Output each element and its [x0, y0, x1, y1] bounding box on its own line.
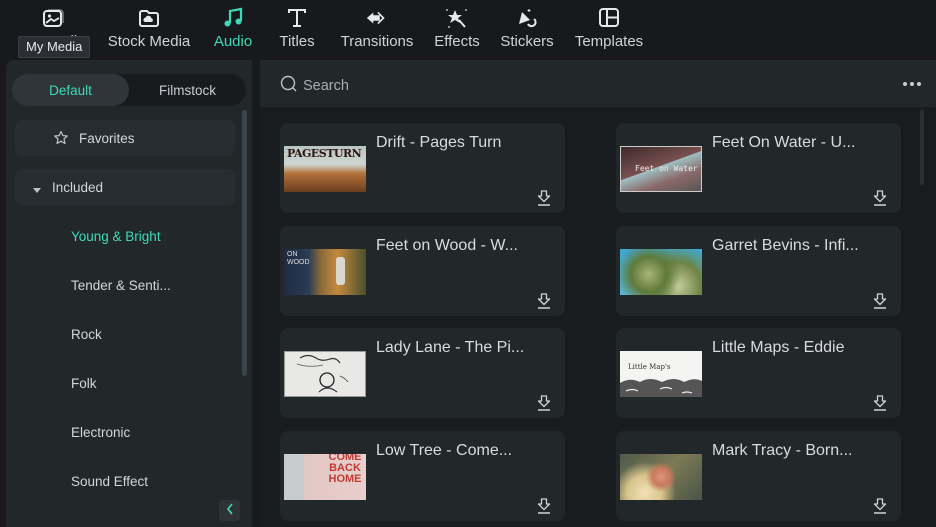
category-folk[interactable]: Folk [71, 376, 97, 391]
download-icon[interactable] [872, 190, 888, 206]
track-thumbnail: Little Map's [620, 351, 702, 397]
track-card[interactable]: Little Map's Little Maps - Eddie [616, 328, 901, 418]
sketch-illustration [296, 354, 349, 393]
track-card[interactable]: Feet on Water Feet On Water - U... [616, 123, 901, 213]
top-nav: My Media My Media Stock Media Audio Titl… [0, 0, 936, 58]
search-placeholder: Search [303, 78, 349, 94]
search-icon [280, 75, 298, 97]
track-thumbnail: Feet on Water [620, 146, 702, 192]
track-card[interactable]: COME BACK HOME Low Tree - Come... [280, 431, 565, 521]
download-icon[interactable] [536, 190, 552, 206]
track-card[interactable]: ON WOOD Feet on Wood - W... [280, 226, 565, 316]
nav-titles[interactable]: Titles [276, 0, 318, 58]
dot [917, 82, 921, 86]
track-card[interactable]: Lady Lane - The Pi... [280, 328, 565, 418]
thumbnail-text: COME BACK HOME [328, 454, 362, 485]
sticker-icon [515, 6, 539, 30]
track-title: Little Maps - Eddie [712, 339, 845, 356]
thumbnail-text: PAGESTURN [287, 147, 362, 160]
category-rock[interactable]: Rock [71, 327, 102, 342]
chevron-left-icon [226, 502, 234, 520]
nav-label: Titles [279, 33, 315, 50]
nav-stock-media[interactable]: Stock Media [105, 0, 193, 58]
thumbnail-figure [336, 257, 345, 285]
included-group[interactable]: Included [15, 169, 235, 205]
tooltip: My Media [18, 36, 91, 58]
category-young-bright[interactable]: Young & Bright [71, 229, 161, 244]
category-sidebar: Default Filmstock Favorites Included You… [6, 60, 252, 527]
thumbnail-text: Feet on Water [635, 164, 698, 173]
more-options-button[interactable] [902, 76, 922, 92]
search-bar: Search [260, 60, 936, 107]
nav-stickers[interactable]: Stickers [497, 0, 557, 58]
dot [910, 82, 914, 86]
track-card[interactable]: PAGESTURN Drift - Pages Turn [280, 123, 565, 213]
nav-effects[interactable]: Effects [430, 0, 484, 58]
category-sound-effect[interactable]: Sound Effect [71, 474, 148, 489]
star-icon [53, 130, 69, 149]
included-label: Included [52, 179, 104, 195]
image-icon [41, 6, 65, 30]
cloud-folder-icon [137, 6, 161, 30]
favorites-label: Favorites [79, 130, 135, 146]
track-card[interactable]: Garret Bevins - Infi... [616, 226, 901, 316]
sidebar-scrollbar[interactable] [242, 110, 247, 376]
nav-label: Audio [213, 33, 253, 50]
nav-label: Stickers [500, 33, 554, 50]
track-title: Feet on Wood - W... [376, 237, 518, 254]
search-input[interactable]: Search [280, 75, 349, 97]
grid-scrollbar[interactable] [920, 110, 924, 185]
nav-label: Templates [574, 33, 644, 50]
track-grid: PAGESTURN Drift - Pages Turn Feet on Wat… [260, 107, 936, 527]
download-icon[interactable] [536, 498, 552, 514]
track-thumbnail: PAGESTURN [284, 146, 366, 192]
tab-filmstock[interactable]: Filmstock [129, 74, 246, 106]
download-icon[interactable] [536, 395, 552, 411]
tab-default[interactable]: Default [12, 74, 129, 106]
category-electronic[interactable]: Electronic [71, 425, 130, 440]
nav-templates[interactable]: Templates [571, 0, 647, 58]
thumbnail-text: ON WOOD [287, 251, 310, 266]
track-thumbnail [620, 454, 702, 500]
download-icon[interactable] [872, 498, 888, 514]
track-thumbnail [284, 351, 366, 397]
collapse-sidebar-button[interactable] [219, 500, 240, 521]
track-thumbnail: COME BACK HOME [284, 454, 366, 500]
track-title: Low Tree - Come... [376, 442, 513, 459]
track-card[interactable]: Mark Tracy - Born... [616, 431, 901, 521]
track-title: Drift - Pages Turn [376, 134, 502, 151]
track-thumbnail: ON WOOD [284, 249, 366, 295]
template-icon [597, 6, 621, 30]
download-icon[interactable] [536, 293, 552, 309]
track-title: Garret Bevins - Infi... [712, 237, 859, 254]
nav-label: Transitions [340, 33, 414, 50]
category-tender-sentimental[interactable]: Tender & Senti... [71, 278, 171, 293]
download-icon[interactable] [872, 293, 888, 309]
nav-audio[interactable]: Audio [211, 0, 255, 58]
track-title: Lady Lane - The Pi... [376, 339, 525, 356]
track-thumbnail [620, 249, 702, 295]
caret-down-icon [33, 182, 41, 197]
library-tabs: Default Filmstock [12, 74, 246, 106]
download-icon[interactable] [872, 395, 888, 411]
nav-transitions[interactable]: Transitions [337, 0, 417, 58]
favorites-item[interactable]: Favorites [15, 120, 235, 156]
track-title: Feet On Water - U... [712, 134, 856, 151]
music-note-icon [221, 6, 245, 30]
magic-star-icon [445, 6, 469, 30]
track-title: Mark Tracy - Born... [712, 442, 853, 459]
nav-label: Effects [434, 33, 480, 50]
dot [903, 82, 907, 86]
mountain-illustration [620, 379, 702, 397]
transition-icon [365, 6, 389, 30]
nav-label: Stock Media [107, 33, 191, 50]
text-t-icon [285, 6, 309, 30]
